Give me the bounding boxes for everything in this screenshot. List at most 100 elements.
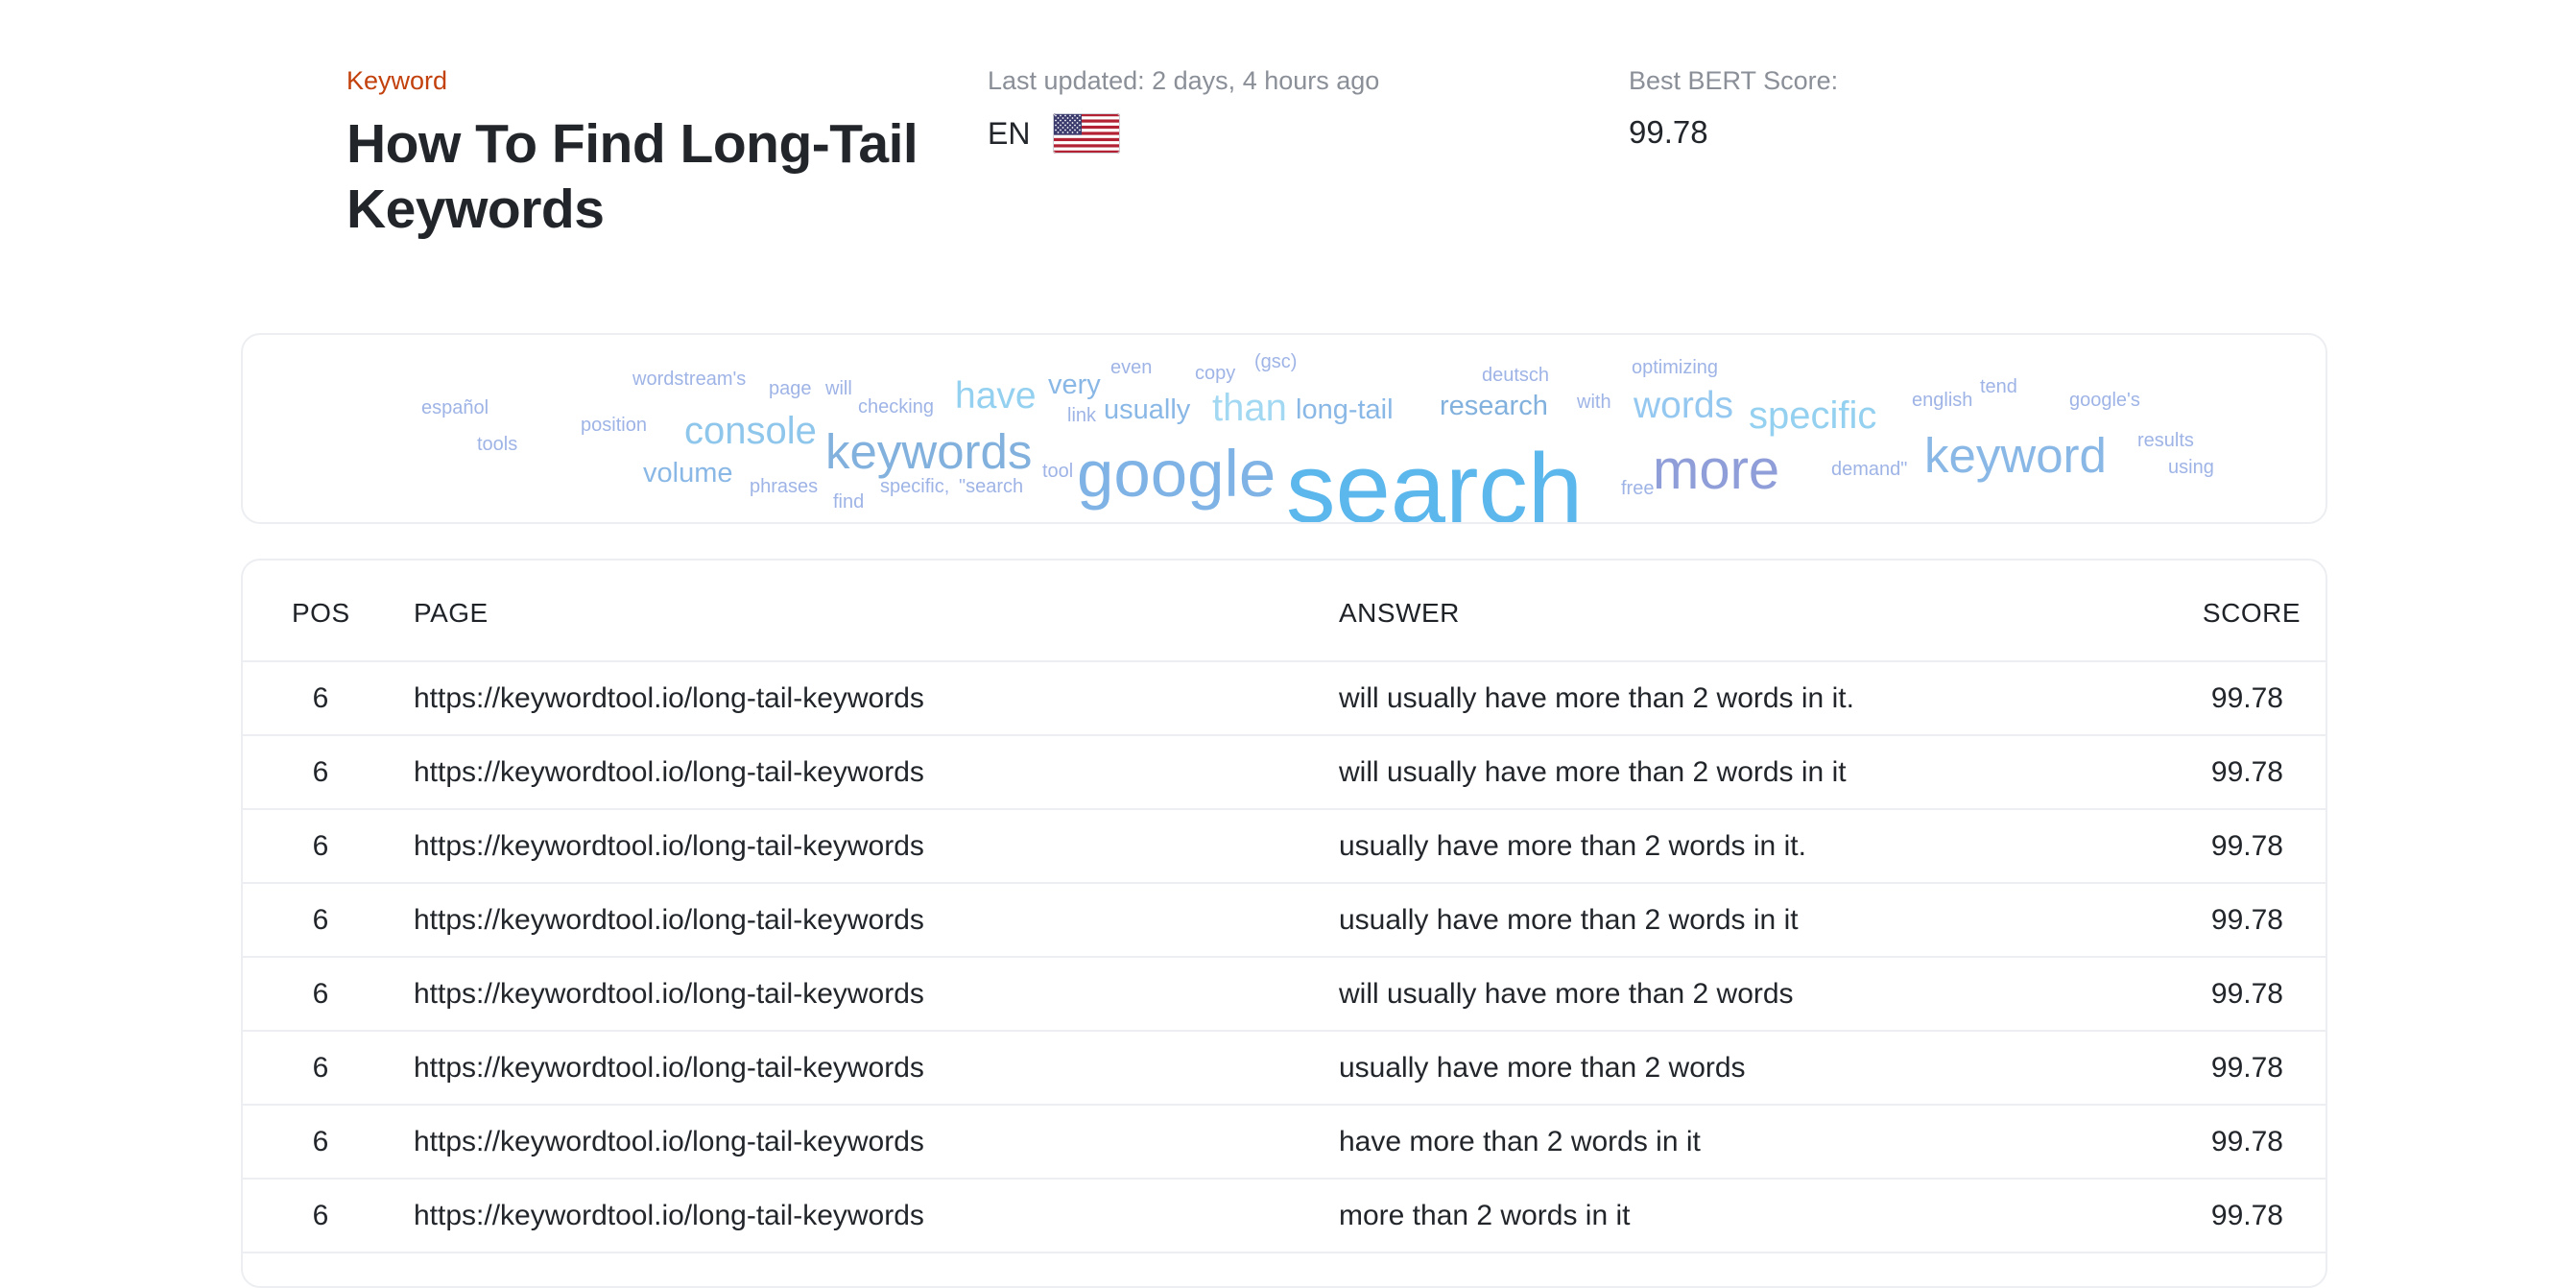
table-row: 6 https://keywordtool.io/long-tail-keywo…	[243, 1106, 2326, 1180]
header-score[interactable]: SCORE	[2203, 597, 2301, 630]
cell-pos: 6	[312, 1126, 329, 1157]
cloud-word: position	[581, 415, 647, 436]
cloud-word: google	[1077, 437, 1276, 511]
cloud-word: more	[1653, 439, 1780, 501]
table-header: POS PAGE ANSWER SCORE	[243, 561, 2326, 662]
cell-page-link[interactable]: https://keywordtool.io/long-tail-keyword…	[414, 1051, 924, 1085]
cell-pos: 6	[312, 904, 329, 936]
cell-score: 99.78	[2210, 1200, 2283, 1231]
cell-pos: 6	[312, 682, 329, 714]
cloud-word: free	[1621, 478, 1655, 499]
header-pos[interactable]: POS	[292, 597, 350, 630]
cloud-word: words	[1634, 385, 1734, 426]
cell-page-link[interactable]: https://keywordtool.io/long-tail-keyword…	[414, 903, 924, 938]
cell-score: 99.78	[2210, 756, 2283, 788]
cloud-word: find	[833, 491, 865, 513]
cloud-word: long-tail	[1296, 394, 1394, 425]
cloud-word: will	[825, 378, 852, 399]
cloud-word: copy	[1195, 363, 1236, 384]
table-row: 6 https://keywordtool.io/long-tail-keywo…	[243, 884, 2326, 958]
cell-answer: will usually have more than 2 words in i…	[1339, 682, 1854, 714]
word-cloud: español tools wordstream's position page…	[241, 333, 2327, 524]
cell-page-link[interactable]: https://keywordtool.io/long-tail-keyword…	[414, 681, 924, 716]
keyword-label: Keyword	[346, 66, 448, 95]
cell-answer: usually have more than 2 words in it	[1339, 904, 1799, 936]
cell-answer: usually have more than 2 words in it.	[1339, 830, 1806, 862]
results-table: POS PAGE ANSWER SCORE 6 https://keywordt…	[241, 559, 2327, 1288]
cloud-word: results	[2137, 430, 2194, 451]
bert-score-section: Best BERT Score: 99.78	[1629, 65, 2109, 152]
cell-page-link[interactable]: https://keywordtool.io/long-tail-keyword…	[414, 977, 924, 1012]
cloud-word: have	[955, 375, 1037, 417]
table-row: 6 https://keywordtool.io/long-tail-keywo…	[243, 662, 2326, 736]
cloud-word: "search	[959, 476, 1024, 497]
cloud-word: even	[1110, 357, 1153, 378]
cell-pos: 6	[312, 756, 329, 788]
cloud-word: volume	[643, 458, 733, 489]
cell-page-link[interactable]: https://keywordtool.io/long-tail-keyword…	[414, 1199, 924, 1233]
cell-page-link[interactable]: https://keywordtool.io/long-tail-keyword…	[414, 829, 924, 864]
cell-answer: will usually have more than 2 words	[1339, 978, 1794, 1010]
cell-score: 99.78	[2210, 1126, 2283, 1157]
cell-score: 99.78	[2210, 830, 2283, 862]
cloud-word: optimizing	[1632, 357, 1719, 378]
table-row: 6 https://keywordtool.io/long-tail-keywo…	[243, 1180, 2326, 1253]
update-section: Last updated: 2 days, 4 hours ago EN	[988, 65, 1525, 154]
cloud-word: demand"	[1831, 459, 1908, 480]
cloud-word: keywords	[825, 424, 1033, 479]
cloud-word: specific	[1749, 394, 1877, 437]
cloud-word: tool	[1042, 461, 1074, 482]
cell-score: 99.78	[2210, 904, 2283, 936]
table-body: 6 https://keywordtool.io/long-tail-keywo…	[243, 662, 2326, 1253]
cell-pos: 6	[312, 1052, 329, 1084]
cell-score: 99.78	[2210, 682, 2283, 714]
table-row: 6 https://keywordtool.io/long-tail-keywo…	[243, 958, 2326, 1032]
cloud-word: console	[684, 410, 817, 452]
cloud-word: english	[1912, 390, 1973, 411]
table-row: 6 https://keywordtool.io/long-tail-keywo…	[243, 810, 2326, 884]
cell-pos: 6	[312, 1200, 329, 1231]
cloud-word: (gsc)	[1254, 351, 1298, 372]
cell-page-link[interactable]: https://keywordtool.io/long-tail-keyword…	[414, 755, 924, 790]
cloud-word: tend	[1980, 376, 2017, 397]
cloud-word: with	[1577, 392, 1611, 413]
cloud-word: page	[769, 378, 812, 399]
keyword-section: Keyword How To Find Long-Tail Keywords	[346, 65, 922, 242]
cloud-word: tools	[477, 434, 518, 455]
cell-score: 99.78	[2210, 978, 2283, 1010]
cloud-word: google's	[2069, 390, 2140, 411]
table-row: 6 https://keywordtool.io/long-tail-keywo…	[243, 736, 2326, 810]
keyword-header: Keyword How To Find Long-Tail Keywords L…	[0, 0, 2576, 288]
cell-pos: 6	[312, 830, 329, 862]
last-updated-text: Last updated: 2 days, 4 hours ago	[988, 66, 1380, 95]
us-flag-icon	[1053, 113, 1121, 154]
cell-answer: will usually have more than 2 words in i…	[1339, 756, 1847, 788]
cloud-word: español	[421, 397, 489, 418]
cell-answer: more than 2 words in it	[1339, 1200, 1631, 1231]
cloud-word: phrases	[750, 476, 819, 497]
cloud-word: specific,	[880, 476, 950, 497]
best-bert-value: 99.78	[1629, 114, 1708, 150]
cloud-word: deutsch	[1482, 365, 1550, 386]
cell-score: 99.78	[2210, 1052, 2283, 1084]
cell-answer: have more than 2 words in it	[1339, 1126, 1701, 1157]
cloud-word: keyword	[1924, 428, 2107, 483]
table-row: 6 https://keywordtool.io/long-tail-keywo…	[243, 1032, 2326, 1106]
cell-answer: usually have more than 2 words	[1339, 1052, 1746, 1084]
cloud-word: link	[1067, 405, 1097, 426]
cloud-word: than	[1212, 387, 1287, 429]
language-row: EN	[988, 113, 1525, 154]
cloud-word: very	[1048, 370, 1101, 400]
language-code: EN	[988, 116, 1031, 151]
page-title: How To Find Long-Tail Keywords	[346, 113, 918, 240]
cloud-word: search	[1286, 433, 1584, 524]
cell-pos: 6	[312, 978, 329, 1010]
best-bert-label: Best BERT Score:	[1629, 66, 1839, 95]
cloud-word: wordstream's	[632, 369, 747, 390]
header-answer[interactable]: ANSWER	[1339, 597, 1460, 630]
cloud-word: using	[2168, 457, 2214, 478]
cloud-word: usually	[1104, 394, 1191, 425]
cell-page-link[interactable]: https://keywordtool.io/long-tail-keyword…	[414, 1125, 924, 1159]
cloud-word: checking	[858, 396, 934, 417]
header-page[interactable]: PAGE	[414, 597, 489, 630]
